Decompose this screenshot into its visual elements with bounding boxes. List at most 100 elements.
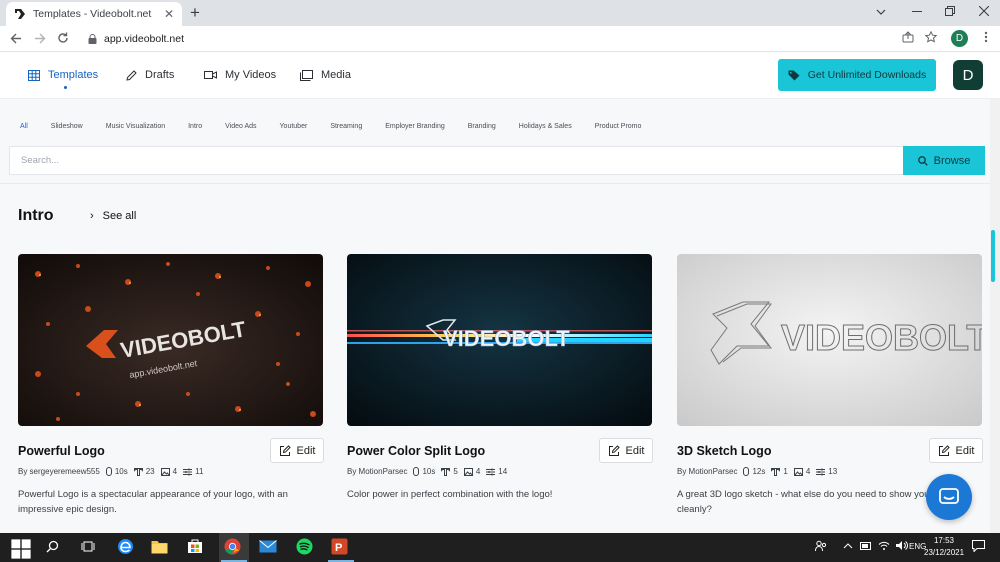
card-title[interactable]: Power Color Split Logo [347,444,485,458]
powerpoint-icon[interactable]: P [331,538,348,555]
cta-label: Get Unlimited Downloads [807,69,927,81]
template-thumbnail[interactable]: VIDEOBOLT [677,254,982,426]
forward-arrow-icon[interactable] [34,33,46,44]
scrollbar-thumb[interactable] [991,230,995,282]
template-thumbnail[interactable]: VIDEOBOLT app.videobolt.net [18,254,323,426]
search-input[interactable] [10,147,903,174]
card-title[interactable]: Powerful Logo [18,444,105,458]
active-nav-indicator [64,86,67,89]
video-camera-icon [204,71,217,79]
adjustment-count: 14 [498,467,508,476]
card-title[interactable]: 3D Sketch Logo [677,444,771,458]
tab-close-icon[interactable]: ✕ [164,7,174,21]
image-layers: 4 [160,467,177,476]
template-card[interactable]: VIDEOBOLT Power Color Split Logo Edit By… [347,254,653,500]
duration: 12s [743,467,765,476]
thumbnail-image: VIDEOBOLT [347,254,652,426]
browser-profile-avatar[interactable]: D [951,30,968,47]
nav-my-videos[interactable]: My Videos [204,69,276,81]
nav-templates[interactable]: Templates [28,69,98,81]
category-filter-bar: All Slideshow Music Visualization Intro … [20,123,664,130]
thumbnail-image: VIDEOBOLT app.videobolt.net [18,254,323,426]
spotify-icon[interactable] [296,538,313,555]
category-branding[interactable]: Branding [468,123,496,130]
restore-icon[interactable] [945,6,955,16]
new-tab-button[interactable]: + [190,3,200,23]
reload-icon[interactable] [57,32,69,44]
browser-toolbar: app.videobolt.net [0,26,1000,52]
taskbar-clock[interactable]: 17:53 23/12/2021 [924,535,964,559]
nav-drafts[interactable]: Drafts [126,69,174,81]
close-window-icon[interactable] [979,6,989,16]
volume-icon[interactable] [895,540,908,551]
image-icon [463,467,473,476]
edit-icon [608,444,620,456]
tab-search-icon[interactable] [876,8,886,16]
category-youtuber[interactable]: Youtuber [280,123,308,130]
clock-date: 23/12/2021 [924,548,965,557]
category-music-visualization[interactable]: Music Visualization [106,123,165,130]
thumbnail-image: VIDEOBOLT [677,254,982,426]
store-icon[interactable] [187,538,203,554]
author: By MotionParsec [347,467,408,476]
tab-title: Templates - Videobolt.net [33,8,152,20]
tag-icon [788,70,800,80]
image-icon [793,467,803,476]
nav-media[interactable]: Media [300,69,351,81]
author: By MotionParsec [677,467,738,476]
template-card[interactable]: VIDEOBOLT 3D Sketch Logo Edit By MotionP… [677,254,983,515]
see-all-link[interactable]: › See all [90,210,136,222]
category-employer-branding[interactable]: Employer Branding [385,123,445,130]
page-scrollbar[interactable] [990,99,1000,533]
mail-icon[interactable] [259,540,277,553]
edit-label: Edit [625,444,645,457]
notification-center-icon[interactable] [972,540,985,552]
browser-tab[interactable]: Templates - Videobolt.net ✕ [6,2,182,26]
category-streaming[interactable]: Streaming [330,123,362,130]
edit-button[interactable]: Edit [599,438,653,463]
nav-templates-label: Templates [48,69,99,81]
edit-button[interactable]: Edit [929,438,983,463]
bookmark-star-icon[interactable] [925,31,937,43]
minimize-icon[interactable] [912,11,922,13]
chat-launcher-button[interactable] [926,474,972,520]
file-explorer-icon[interactable] [151,539,168,554]
image-count: 4 [475,467,481,476]
share-icon[interactable] [902,31,914,43]
tray-chevron-up-icon[interactable] [843,543,853,549]
search-icon [917,155,928,166]
text-icon [441,467,451,476]
template-card[interactable]: VIDEOBOLT app.videobolt.net Powerful Log… [18,254,324,515]
edit-label: Edit [296,444,316,457]
edge-icon[interactable] [117,538,134,555]
category-intro[interactable]: Intro [188,123,202,130]
taskbar-search-icon[interactable] [46,540,59,553]
wifi-icon[interactable] [878,540,890,551]
category-all[interactable]: All [20,123,28,130]
duration-value: 10s [422,467,436,476]
people-icon[interactable] [815,540,827,552]
duration: 10s [413,467,435,476]
user-avatar[interactable]: D [953,60,983,90]
browser-menu-icon[interactable] [984,31,988,43]
get-unlimited-downloads-button[interactable]: Get Unlimited Downloads [778,59,936,91]
lock-icon [88,34,97,44]
category-holidays-sales[interactable]: Holidays & Sales [519,123,572,130]
template-thumbnail[interactable]: VIDEOBOLT [347,254,652,426]
battery-icon[interactable] [860,542,872,550]
category-video-ads[interactable]: Video Ads [225,123,256,130]
windows-start-icon[interactable] [10,538,32,560]
category-product-promo[interactable]: Product Promo [595,123,642,130]
edit-label: Edit [955,444,975,457]
clock-time: 17:53 [933,536,955,545]
back-arrow-icon[interactable] [10,33,22,44]
image-layers: 4 [463,467,481,476]
address-bar[interactable]: app.videobolt.net [80,29,946,49]
browse-button[interactable]: Browse [903,146,985,175]
task-view-icon[interactable] [81,540,95,553]
chrome-icon[interactable] [224,538,241,555]
edit-button[interactable]: Edit [270,438,324,463]
category-slideshow[interactable]: Slideshow [51,123,83,130]
text-icon [771,467,781,476]
grid-icon [28,69,40,81]
